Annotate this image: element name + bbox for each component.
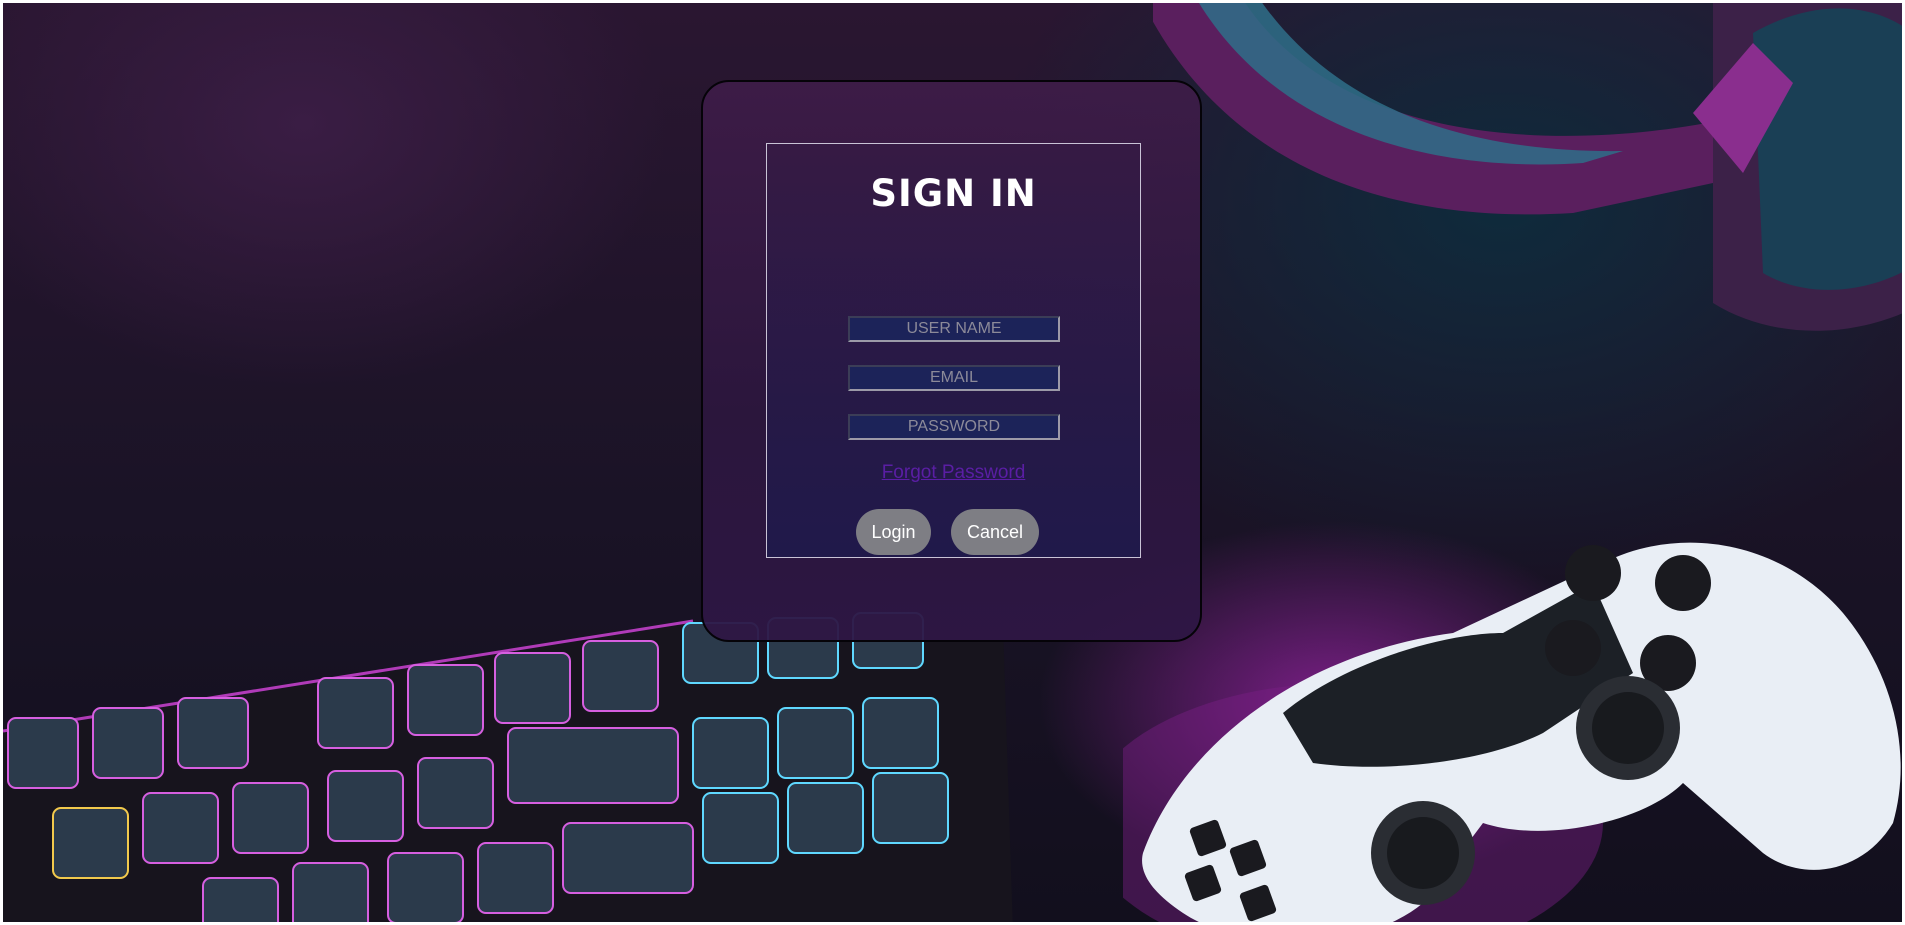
signin-title: SIGN IN — [870, 172, 1037, 215]
background-scene: SIGN IN Forgot Password Login Cancel — [3, 3, 1902, 922]
login-button[interactable]: Login — [856, 509, 931, 555]
password-input[interactable] — [848, 414, 1060, 440]
headphones-image — [1153, 3, 1902, 331]
game-controller-image — [1123, 542, 1901, 922]
email-input[interactable] — [848, 365, 1060, 391]
cancel-button[interactable]: Cancel — [951, 509, 1039, 555]
forgot-password-link[interactable]: Forgot Password — [767, 462, 1140, 484]
signin-form: SIGN IN Forgot Password Login Cancel — [766, 143, 1141, 558]
signin-card: SIGN IN Forgot Password Login Cancel — [701, 80, 1202, 642]
username-input[interactable] — [848, 316, 1060, 342]
keyboard-image — [3, 612, 1013, 922]
